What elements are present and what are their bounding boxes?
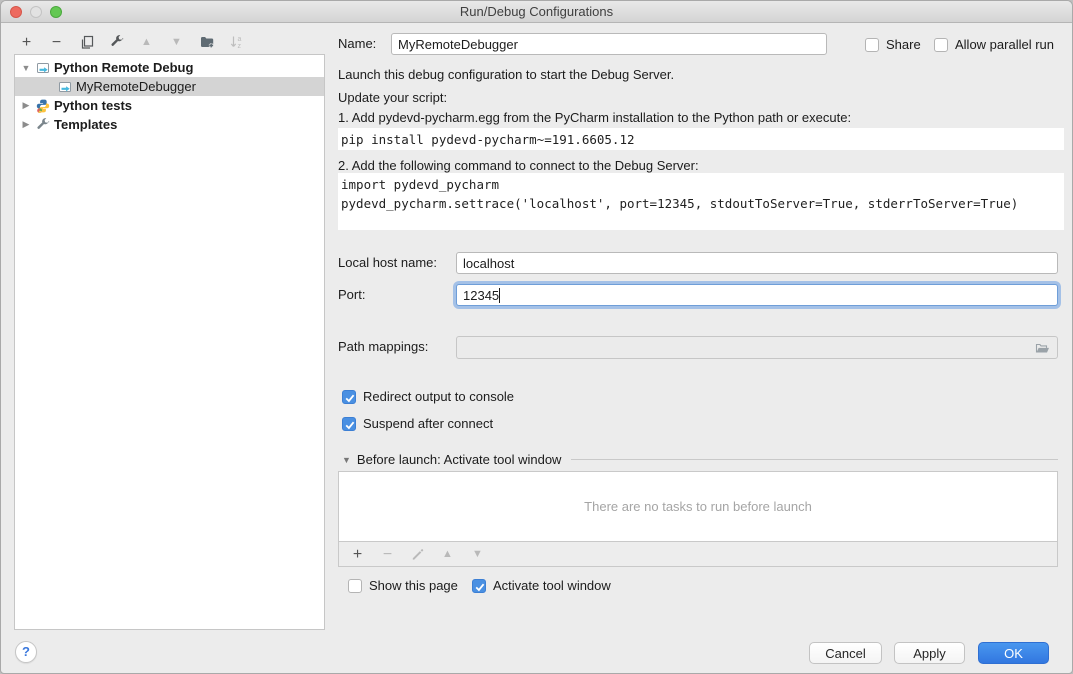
remove-task-icon: − (379, 546, 396, 563)
pip-install-code: pip install pydevd-pycharm~=191.6605.12 (338, 128, 1064, 150)
tree-item-python-remote-debug[interactable]: ▼ Python Remote Debug (15, 58, 324, 77)
window-title: Run/Debug Configurations (1, 1, 1072, 22)
chevron-right-icon[interactable]: ▶ (21, 100, 31, 111)
cancel-button[interactable]: Cancel (809, 642, 882, 664)
tree-item-label: Python tests (54, 98, 132, 113)
update-script-text: Update your script: (338, 90, 447, 105)
share-label: Share (886, 37, 921, 53)
copy-configuration-icon[interactable] (78, 34, 95, 51)
step2-text: 2. Add the following command to connect … (338, 158, 699, 173)
configurations-tree: ▼ Python Remote Debug MyRemoteDebugger ▶… (14, 54, 325, 630)
step1-text: 1. Add pydevd-pycharm.egg from the PyCha… (338, 110, 851, 125)
tree-item-python-tests[interactable]: ▶ Python tests (15, 96, 324, 115)
no-tasks-text: There are no tasks to run before launch (584, 499, 812, 514)
svg-text:z: z (237, 43, 241, 50)
move-down-icon: ▼ (168, 34, 185, 51)
share-checkbox[interactable] (865, 38, 879, 52)
wrench-icon (35, 117, 51, 133)
suspend-after-connect-label: Suspend after connect (363, 416, 493, 432)
allow-parallel-run-checkbox[interactable] (934, 38, 948, 52)
redirect-output-label: Redirect output to console (363, 389, 514, 405)
intro-text: Launch this debug configuration to start… (338, 67, 674, 82)
name-input[interactable] (391, 33, 827, 55)
suspend-after-connect-row[interactable]: Suspend after connect (342, 416, 493, 432)
python-tests-icon (35, 98, 51, 114)
suspend-after-connect-checkbox[interactable] (342, 417, 356, 431)
text-caret (499, 288, 500, 303)
title-bar: Run/Debug Configurations (1, 1, 1072, 23)
minimize-window-button (30, 6, 42, 18)
before-launch-toolbar: + − ▲ ▼ (338, 542, 1058, 567)
chevron-down-icon[interactable]: ▼ (21, 63, 31, 73)
tree-item-label: MyRemoteDebugger (76, 79, 196, 94)
run-config-icon (35, 60, 51, 76)
activate-tool-window-checkbox[interactable] (472, 579, 486, 593)
run-debug-configurations-dialog: Run/Debug Configurations + − ▲ ▼ az ▼ Py… (0, 0, 1073, 674)
activate-tool-window-label: Activate tool window (493, 578, 611, 594)
sort-alphabetically-icon: az (228, 34, 245, 51)
port-label: Port: (338, 284, 365, 306)
share-checkbox-row[interactable]: Share (865, 37, 921, 53)
tree-item-label: Templates (54, 117, 117, 132)
tree-item-myremotedebugger[interactable]: MyRemoteDebugger (15, 77, 324, 96)
local-host-name-label: Local host name: (338, 252, 437, 274)
before-launch-title: Before launch: Activate tool window (357, 452, 562, 467)
close-window-button[interactable] (10, 6, 22, 18)
settrace-code-line2: pydevd_pycharm.settrace('localhost', por… (341, 194, 1061, 213)
allow-parallel-run-checkbox-row[interactable]: Allow parallel run (934, 37, 1054, 53)
before-launch-section-header[interactable]: ▼ Before launch: Activate tool window (342, 452, 1058, 467)
section-rule (571, 459, 1058, 460)
show-this-page-checkbox[interactable] (348, 579, 362, 593)
chevron-right-icon[interactable]: ▶ (21, 119, 31, 130)
configurations-toolbar: + − ▲ ▼ az (18, 31, 245, 53)
open-folder-icon[interactable] (1034, 340, 1051, 359)
port-input-wrapper (456, 284, 1058, 306)
apply-button[interactable]: Apply (894, 642, 965, 664)
help-button[interactable]: ? (15, 641, 37, 663)
ok-button[interactable]: OK (978, 642, 1049, 664)
zoom-window-button[interactable] (50, 6, 62, 18)
allow-parallel-run-label: Allow parallel run (955, 37, 1054, 53)
local-host-name-input[interactable] (456, 252, 1058, 274)
add-configuration-icon[interactable]: + (18, 34, 35, 51)
remove-configuration-icon[interactable]: − (48, 34, 65, 51)
redirect-output-row[interactable]: Redirect output to console (342, 389, 514, 405)
edit-task-pencil-icon (409, 546, 426, 563)
move-task-down-icon: ▼ (469, 546, 486, 563)
move-task-up-icon: ▲ (439, 546, 456, 563)
settrace-code-line1: import pydevd_pycharm (341, 175, 1061, 194)
tree-item-label: Python Remote Debug (54, 60, 193, 75)
move-up-icon: ▲ (138, 34, 155, 51)
redirect-output-checkbox[interactable] (342, 390, 356, 404)
run-config-icon (57, 79, 73, 95)
port-input[interactable] (456, 284, 1058, 306)
edit-templates-wrench-icon[interactable] (108, 34, 125, 51)
show-this-page-row[interactable]: Show this page (348, 578, 458, 594)
chevron-down-icon[interactable]: ▼ (342, 455, 351, 465)
before-launch-task-list[interactable]: There are no tasks to run before launch (338, 471, 1058, 542)
settrace-code-block: import pydevd_pycharm pydevd_pycharm.set… (338, 173, 1064, 230)
new-folder-icon[interactable] (198, 34, 215, 51)
add-task-icon[interactable]: + (349, 546, 366, 563)
tree-item-templates[interactable]: ▶ Templates (15, 115, 324, 134)
show-this-page-label: Show this page (369, 578, 458, 594)
path-mappings-field[interactable] (456, 336, 1058, 359)
svg-text:a: a (237, 36, 241, 43)
activate-tool-window-row[interactable]: Activate tool window (472, 578, 611, 594)
name-label: Name: (338, 33, 376, 55)
path-mappings-label: Path mappings: (338, 336, 428, 358)
